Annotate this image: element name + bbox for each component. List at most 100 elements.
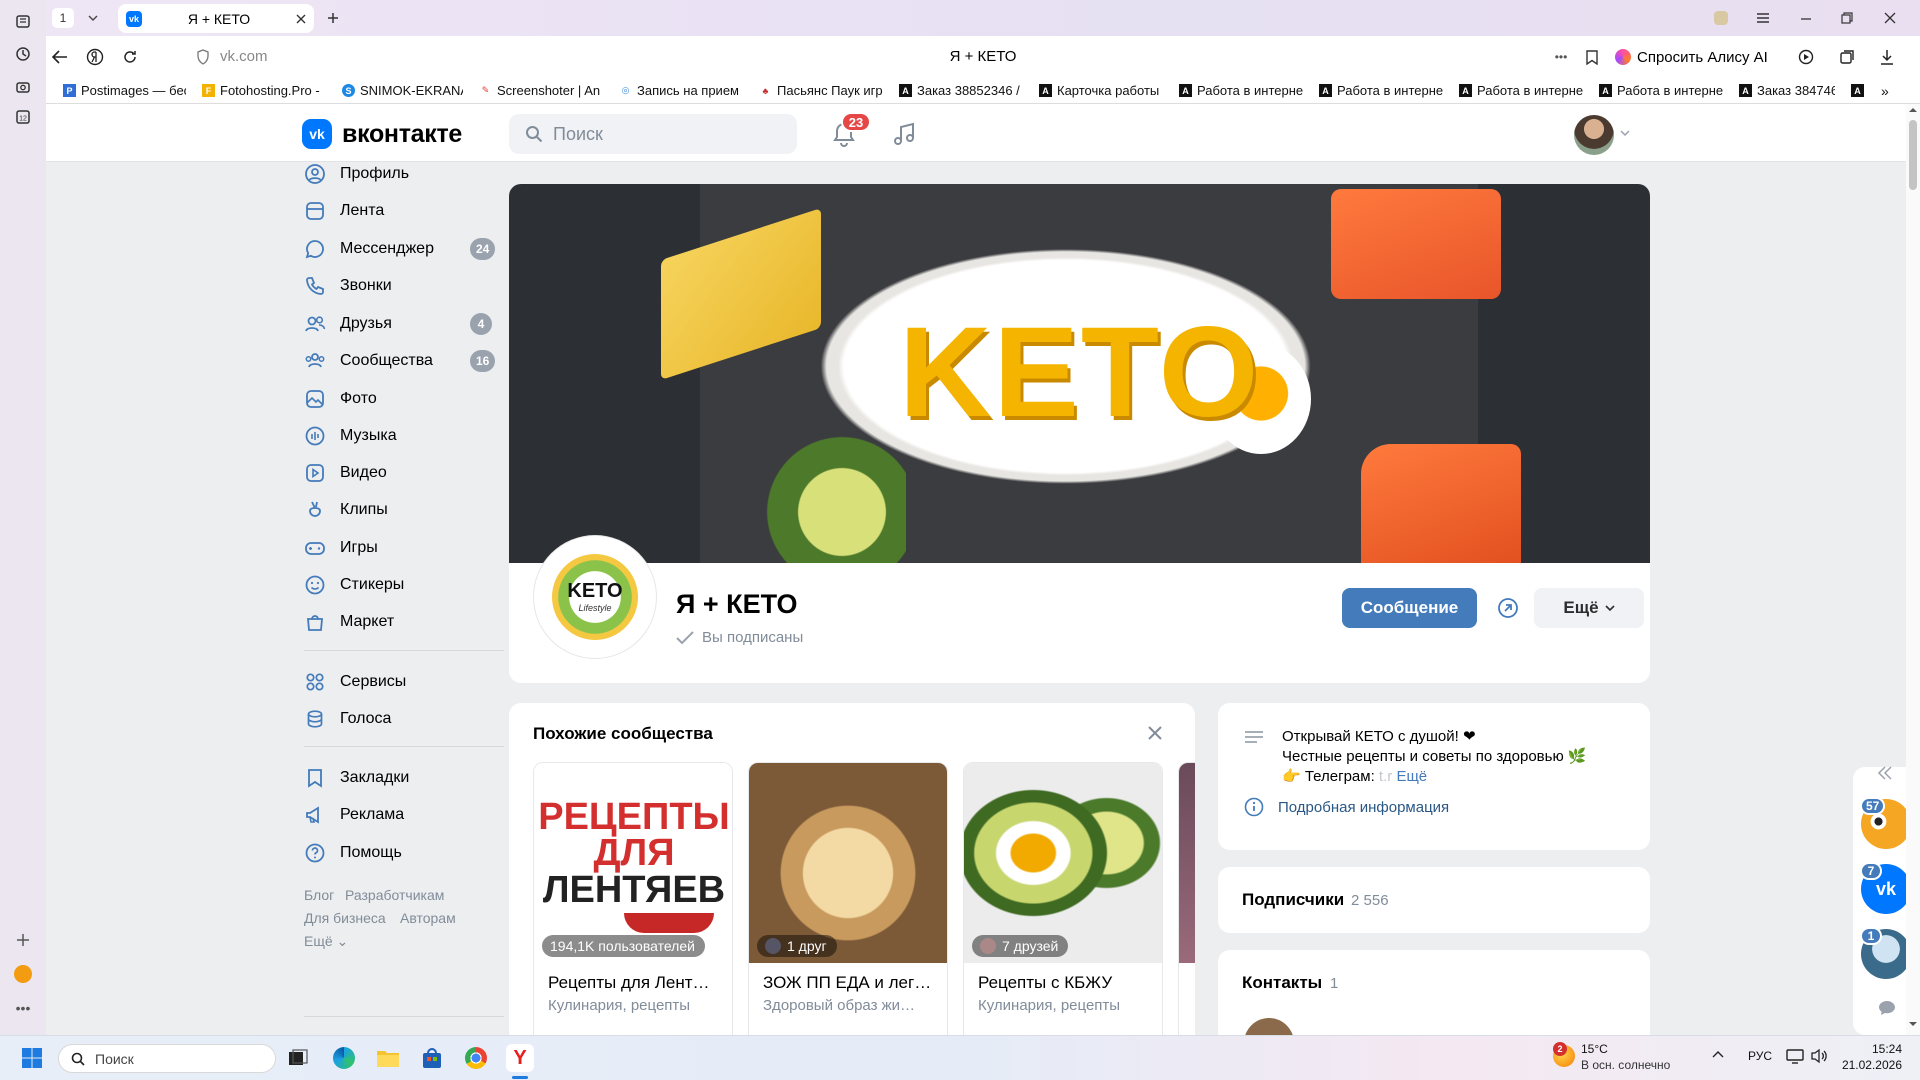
back-icon[interactable]: [51, 48, 69, 66]
bookmark-item[interactable]: A Работа в интерне: [1583, 83, 1723, 98]
chat-bubble-icon[interactable]: [1878, 1000, 1896, 1016]
bookmark-item[interactable]: ♣ Пасьянс Паук игр: [743, 83, 883, 98]
menu-icon[interactable]: [1754, 9, 1772, 27]
bookmark-item[interactable]: A Работа в интерне: [1303, 83, 1443, 98]
tray-chevron-up-icon[interactable]: [1712, 1050, 1724, 1058]
edge-browser-icon[interactable]: [330, 1044, 358, 1072]
vk-logo[interactable]: vk вконтакте: [302, 119, 462, 149]
footer-link-authors[interactable]: Авторам: [400, 910, 456, 926]
weather-desc[interactable]: В осн. солнечно: [1581, 1058, 1670, 1072]
clock-date[interactable]: 21.02.2026: [1836, 1058, 1902, 1072]
scrollbar-thumb[interactable]: [1909, 120, 1917, 190]
description-more-link[interactable]: Ещё: [1396, 768, 1427, 785]
footer-link-developers[interactable]: Разработчикам: [345, 887, 444, 903]
sidebar-item-calls[interactable]: Звонки: [304, 269, 504, 303]
more-dots-icon[interactable]: •••: [1552, 48, 1570, 66]
bookmark-item[interactable]: F Fotohosting.Pro -: [186, 83, 326, 98]
subscribed-status[interactable]: Вы подписаны: [676, 629, 803, 646]
taskbar-search-input[interactable]: Поиск: [58, 1044, 276, 1073]
avatar[interactable]: [1574, 115, 1614, 155]
windows-start-icon[interactable]: [18, 1044, 46, 1072]
profile-lock-icon[interactable]: [1712, 9, 1730, 27]
chrome-icon[interactable]: [462, 1044, 490, 1072]
sidebar-item-video[interactable]: Видео: [304, 456, 504, 490]
bookmark-item[interactable]: P Postimages — бес: [46, 83, 186, 98]
clock-time[interactable]: 15:24: [1858, 1042, 1902, 1056]
collapse-panel-icon[interactable]: [1877, 766, 1893, 780]
bookmark-item[interactable]: ◎ Запись на прием: [603, 83, 743, 98]
footer-link-blog[interactable]: Блог: [304, 887, 334, 903]
language-indicator[interactable]: РУС: [1748, 1049, 1772, 1063]
sidebar-item-help[interactable]: Помощь: [304, 836, 504, 870]
footer-link-business[interactable]: Для бизнеса: [304, 910, 386, 926]
chevron-down-icon[interactable]: [1620, 129, 1630, 137]
bookmark-icon[interactable]: [1583, 48, 1601, 66]
sidebar-item-ads[interactable]: Реклама: [304, 798, 504, 832]
sidebar-item-market[interactable]: Маркет: [304, 605, 504, 639]
similar-community-item[interactable]: 1 друг ЗОЖ ПП ЕДА и лег… Здоровый образ …: [748, 762, 948, 1035]
sidebar-item-clips[interactable]: Клипы: [304, 493, 504, 527]
page-scrollbar[interactable]: [1906, 104, 1920, 1035]
music-icon[interactable]: [892, 121, 916, 147]
details-link[interactable]: Подробная информация: [1244, 797, 1449, 817]
share-link-button[interactable]: [1488, 588, 1528, 628]
scroll-down-icon[interactable]: [1908, 1020, 1918, 1028]
bookmarks-overflow-icon[interactable]: »: [1865, 83, 1895, 99]
yandex-logo-icon[interactable]: [86, 48, 104, 66]
store-icon[interactable]: [418, 1044, 446, 1072]
similar-community-item[interactable]: РЕЦЕПТЫ ДЛЯ ЛЕНТЯЕВ 194,1K пользователей…: [533, 762, 733, 1035]
bookmark-item[interactable]: ✎ Screenshoter | An: [463, 83, 603, 98]
tab-counter[interactable]: 1: [52, 8, 74, 28]
tabs-panel-icon[interactable]: [12, 10, 34, 32]
sidebar-item-photo[interactable]: Фото: [304, 382, 504, 416]
bookmark-item[interactable]: A Заказ 384746: [1723, 83, 1835, 98]
url-text[interactable]: vk.com: [220, 48, 268, 65]
volume-icon[interactable]: [1810, 1048, 1828, 1064]
mail-app-icon[interactable]: [12, 963, 34, 985]
scroll-up-icon[interactable]: [1908, 106, 1918, 114]
yandex-browser-icon[interactable]: Y: [506, 1044, 534, 1072]
group-avatar[interactable]: KETO Lifestyle: [534, 536, 656, 658]
sidebar-item-feed[interactable]: Лента: [304, 194, 504, 228]
bookmark-item[interactable]: A Заказ 38852346 /: [883, 83, 1023, 98]
more-dots-icon[interactable]: •••: [12, 997, 34, 1019]
search-input[interactable]: Поиск: [509, 114, 797, 154]
window-close-icon[interactable]: [1881, 9, 1899, 27]
collections-icon[interactable]: [1838, 48, 1856, 66]
tab-active[interactable]: vk Я + КЕТО: [118, 4, 314, 33]
network-icon[interactable]: [1786, 1048, 1804, 1064]
sidebar-item-music[interactable]: Музыка: [304, 419, 504, 453]
url-field[interactable]: [184, 42, 1756, 72]
screenshot-icon[interactable]: [12, 76, 34, 98]
bookmark-item[interactable]: A Работа в интерне: [1163, 83, 1303, 98]
add-panel-icon[interactable]: [12, 929, 34, 951]
task-view-icon[interactable]: [284, 1044, 312, 1072]
more-button[interactable]: Ещё: [1534, 588, 1644, 628]
file-explorer-icon[interactable]: [374, 1044, 402, 1072]
bookmark-item[interactable]: A Работа в интерне: [1443, 83, 1583, 98]
weather-temp[interactable]: 15°C: [1581, 1042, 1608, 1056]
reload-icon[interactable]: [121, 48, 139, 66]
download-icon[interactable]: [1878, 48, 1896, 66]
message-button[interactable]: Сообщение: [1342, 588, 1477, 628]
sidebar-item-profile[interactable]: Профиль: [304, 157, 504, 191]
sidebar-item-stickers[interactable]: Стикеры: [304, 568, 504, 602]
sidebar-item-bookmarks[interactable]: Закладки: [304, 761, 504, 795]
site-info-icon[interactable]: [194, 48, 212, 66]
play-icon[interactable]: [1798, 48, 1816, 66]
close-icon[interactable]: [1147, 725, 1163, 741]
close-icon[interactable]: [296, 14, 306, 24]
sidebar-item-services[interactable]: Сервисы: [304, 665, 504, 699]
new-tab-button[interactable]: [324, 9, 342, 27]
similar-community-item[interactable]: [1178, 762, 1195, 1035]
minimize-icon[interactable]: [1797, 9, 1815, 27]
bookmark-item[interactable]: S SNIMOK-EKRANA: [326, 83, 463, 98]
sidebar-item-games[interactable]: Игры: [304, 531, 504, 565]
sidebar-item-votes[interactable]: Голоса: [304, 702, 504, 736]
ask-alice-button[interactable]: Спросить Алису AI: [1615, 44, 1768, 70]
footer-more[interactable]: Ещё ⌄: [304, 933, 348, 950]
bookmark-item[interactable]: A Карточка работы: [1023, 83, 1163, 98]
similar-community-item[interactable]: 7 друзей Рецепты с КБЖУ Кулинария, рецеп…: [963, 762, 1163, 1035]
restore-icon[interactable]: [1838, 9, 1856, 27]
calendar-icon[interactable]: 12: [12, 106, 34, 128]
